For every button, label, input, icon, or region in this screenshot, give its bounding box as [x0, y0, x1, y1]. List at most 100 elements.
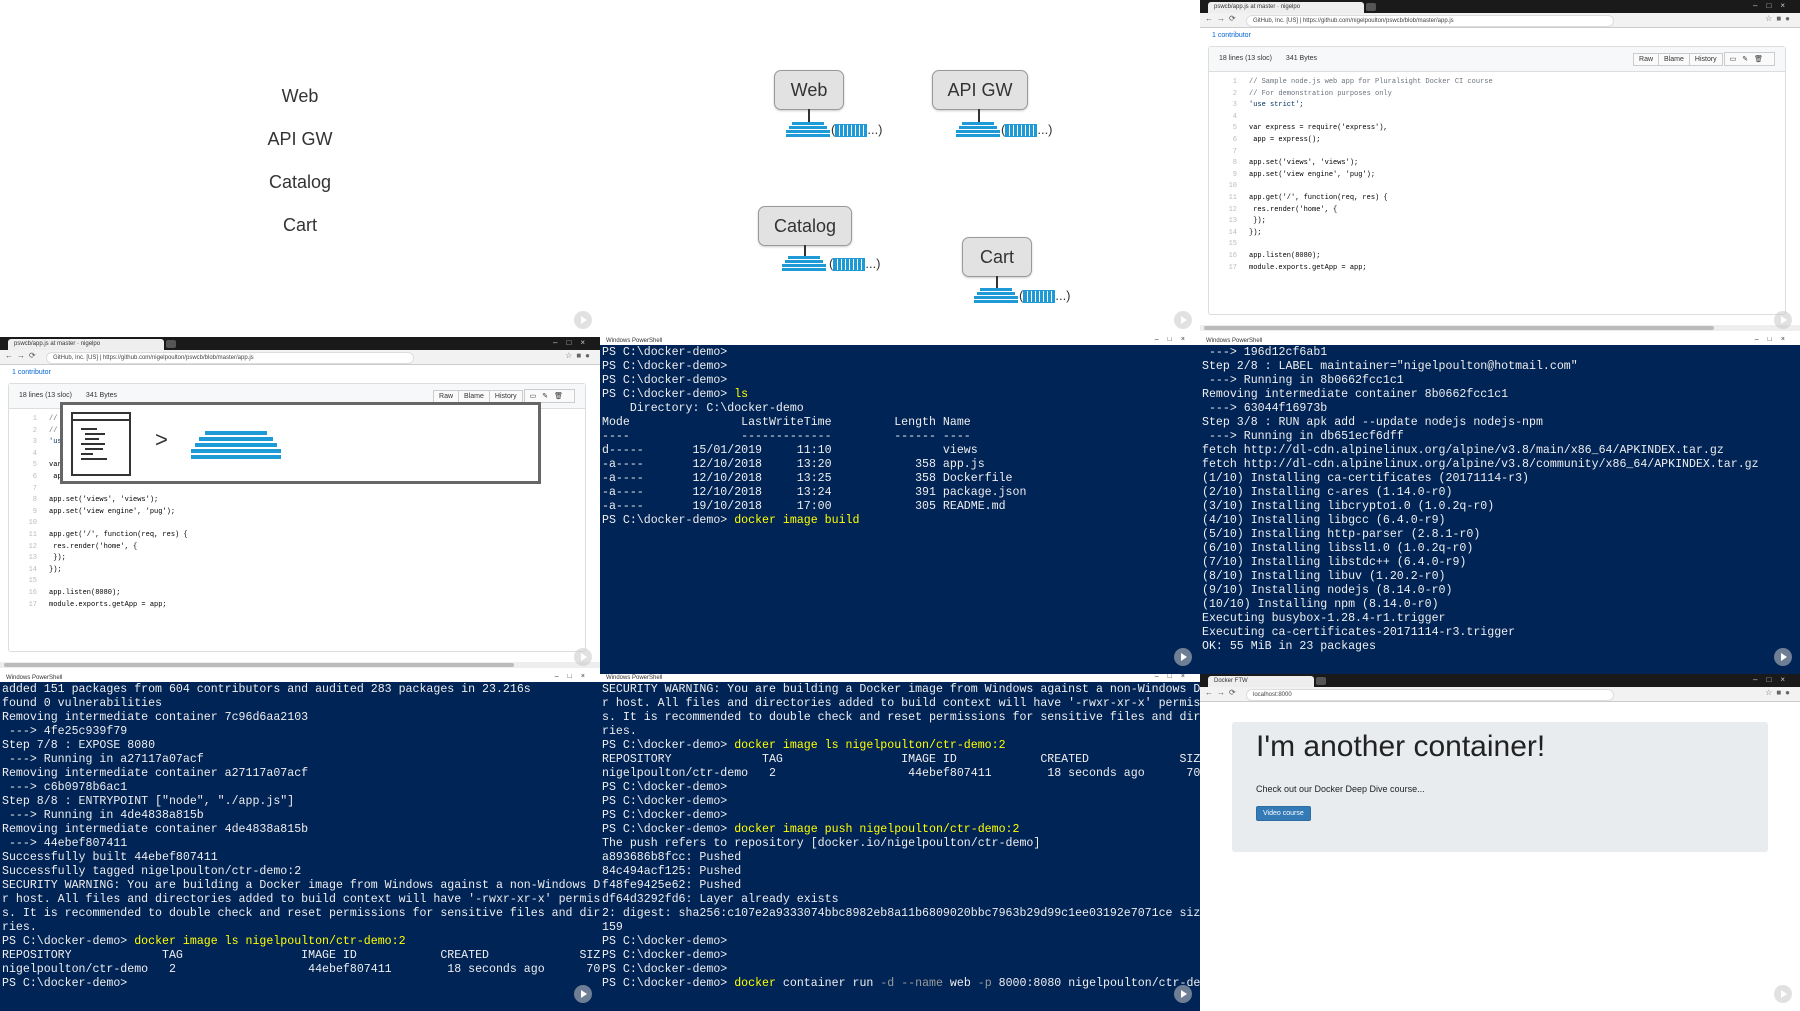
- terminal-line: REPOSITORY TAG IMAGE ID CREATED SIZE: [2, 949, 600, 963]
- play-icon[interactable]: [1774, 985, 1792, 1003]
- terminal-text: 159: [602, 921, 623, 934]
- terminal-text: PS C:\docker-demo>: [602, 963, 728, 976]
- terminal-line: PS C:\docker-demo>: [2, 977, 598, 991]
- code-line: 7: [9, 484, 585, 496]
- terminal-text: PS C:\docker-demo>: [602, 739, 735, 752]
- terminal-output[interactable]: SECURITY WARNING: You are building a Doc…: [600, 683, 1200, 1011]
- toolbar-icons[interactable]: ☆■●: [1765, 688, 1794, 697]
- play-icon[interactable]: [1174, 648, 1192, 666]
- terminal-line: ---> Running in 4de4838a815b: [2, 809, 598, 823]
- address-bar[interactable]: GitHub, Inc. [US] | https://github.com/n…: [46, 352, 414, 364]
- terminal-text: 84c494acf125: Pushed: [602, 865, 742, 878]
- toolbar-icons[interactable]: ☆■●: [1765, 14, 1794, 23]
- window-controls[interactable]: –□×: [1753, 675, 1794, 684]
- terminal-text: nigelpoulton/ctr-demo 2 44ebef807411 18 …: [602, 767, 1200, 780]
- terminal-line: added 151 packages from 604 contributors…: [2, 683, 598, 697]
- window-controls[interactable]: –□×: [1155, 674, 1194, 681]
- play-icon[interactable]: [1174, 311, 1192, 329]
- nav-buttons[interactable]: ←→⟳: [1205, 14, 1240, 23]
- terminal-output[interactable]: added 151 packages from 604 contributors…: [0, 683, 600, 1011]
- line-number: 6: [32, 472, 37, 481]
- terminal-line: r host. All files and directories added …: [2, 893, 600, 907]
- window-controls[interactable]: –□×: [553, 338, 594, 347]
- line-number: 2: [1232, 89, 1237, 98]
- terminal-text: Removing intermediate container 4de4838a…: [2, 823, 309, 836]
- nav-buttons[interactable]: ←→⟳: [5, 351, 40, 360]
- horizontal-scrollbar[interactable]: [0, 662, 600, 668]
- terminal-line: Removing intermediate container 4de4838a…: [2, 823, 598, 837]
- play-icon[interactable]: [574, 311, 592, 329]
- terminal-line: REPOSITORY TAG IMAGE ID CREATED SIZE: [602, 753, 1200, 767]
- contributor-link[interactable]: 1 contributor: [1212, 32, 1251, 39]
- terminal-line: Step 8/8 : ENTRYPOINT ["node", "./app.js…: [2, 795, 598, 809]
- window-controls[interactable]: –□×: [555, 674, 594, 681]
- play-icon[interactable]: [574, 985, 592, 1003]
- panel-powershell-build: Windows PowerShell –□× ---> 196d12cf6ab1 S…: [1200, 337, 1800, 674]
- new-tab-icon[interactable]: [1316, 677, 1326, 685]
- terminal-line: PS C:\docker-demo> docker image ls nigel…: [602, 739, 1198, 753]
- page-subtitle: Check out our Docker Deep Dive course...: [1256, 784, 1425, 794]
- window-controls[interactable]: –□×: [1755, 337, 1794, 344]
- history-button[interactable]: History: [1688, 53, 1723, 66]
- terminal-text: PS C:\docker-demo>: [602, 374, 728, 387]
- terminal-line: Step 7/8 : EXPOSE 8080: [2, 739, 598, 753]
- terminal-command: docker image ls nigelpoulton/ctr-demo:2: [734, 739, 1006, 752]
- file-action-icons[interactable]: ▭✎🗑: [523, 389, 575, 403]
- terminal-text: PS C:\docker-demo>: [602, 781, 728, 794]
- window-controls[interactable]: –□×: [1155, 337, 1194, 344]
- new-tab-icon[interactable]: [1366, 3, 1376, 11]
- terminal-titlebar: Windows PowerShell –□×: [600, 337, 1200, 345]
- raw-button[interactable]: Raw: [1633, 53, 1660, 66]
- terminal-line: ---> 4fe25c939f79: [2, 725, 598, 739]
- play-icon[interactable]: [1774, 311, 1792, 329]
- line-number: 1: [32, 415, 37, 423]
- node-web: Web: [774, 70, 844, 110]
- terminal-output[interactable]: PS C:\docker-demo> PS C:\docker-demo> PS C…: [600, 346, 1200, 674]
- horizontal-scrollbar[interactable]: [1200, 325, 1800, 331]
- window-controls[interactable]: –□×: [1753, 1, 1794, 10]
- service-api-gw: API GW: [267, 129, 333, 149]
- terminal-text: Directory: C:\docker-demo: [602, 402, 804, 415]
- terminal-line: (8/10) Installing libuv (1.20.2-r0): [1202, 570, 1798, 584]
- line-number: 8: [1232, 159, 1237, 168]
- terminal-text: PS C:\docker-demo>: [602, 360, 728, 373]
- play-icon[interactable]: [1174, 985, 1192, 1003]
- code-line: 14});: [1209, 228, 1785, 240]
- line-number: 5: [32, 461, 37, 470]
- line-number: 15: [1228, 240, 1237, 249]
- contributor-link[interactable]: 1 contributor: [12, 369, 51, 376]
- terminal-line: ries.: [602, 725, 1198, 739]
- file-action-icons[interactable]: ▭✎🗑: [1723, 52, 1775, 66]
- play-icon[interactable]: [1774, 648, 1792, 666]
- terminal-line: (4/10) Installing libgcc (6.4.0-r9): [1202, 514, 1798, 528]
- code-line: 13 });: [9, 553, 585, 565]
- terminal-text: fetch http://dl-cdn.alpinelinux.org/alpi…: [1202, 458, 1759, 471]
- node-api-gw: API GW: [932, 70, 1028, 110]
- container-icon: (...): [1001, 122, 1053, 138]
- toolbar-icons[interactable]: ☆■●: [565, 351, 594, 360]
- nav-buttons[interactable]: ←→⟳: [1205, 688, 1240, 697]
- address-bar[interactable]: GitHub, Inc. [US] | https://github.com/n…: [1246, 15, 1614, 27]
- browser-tab[interactable]: Docker FTW: [1208, 676, 1314, 687]
- terminal-text: PS C:\docker-demo>: [602, 514, 735, 527]
- line-number: 17: [1228, 263, 1237, 272]
- terminal-line: PS C:\docker-demo>: [602, 374, 1198, 388]
- line-number: 12: [1228, 205, 1237, 214]
- terminal-line: (3/10) Installing libcrypto1.0 (1.0.2q-r…: [1202, 500, 1798, 514]
- terminal-line: Removing intermediate container 7c96d6aa…: [2, 711, 598, 725]
- terminal-text: Step 7/8 : EXPOSE 8080: [2, 739, 156, 752]
- video-course-button[interactable]: Video course: [1256, 806, 1311, 821]
- browser-tab[interactable]: pswcb/app.js at master · nigelpo: [8, 339, 164, 350]
- terminal-text: PS C:\docker-demo>: [602, 795, 728, 808]
- address-bar[interactable]: localhost:8000: [1246, 689, 1614, 701]
- blame-button[interactable]: Blame: [1658, 53, 1690, 66]
- new-tab-icon[interactable]: [166, 340, 176, 348]
- node-cart: Cart: [962, 237, 1032, 277]
- play-icon[interactable]: [574, 648, 592, 666]
- line-number: 16: [28, 588, 37, 597]
- browser-tab[interactable]: pswcb/app.js at master · nigelpo: [1208, 2, 1364, 13]
- terminal-text: (1/10) Installing ca-certificates (20171…: [1202, 472, 1529, 485]
- terminal-text: (4/10) Installing libgcc (6.4.0-r9): [1202, 514, 1446, 527]
- terminal-output[interactable]: ---> 196d12cf6ab1 Step 2/8 : LABEL mainta…: [1200, 346, 1800, 674]
- terminal-command: docker image ls nigelpoulton/ctr-demo:2: [134, 935, 406, 948]
